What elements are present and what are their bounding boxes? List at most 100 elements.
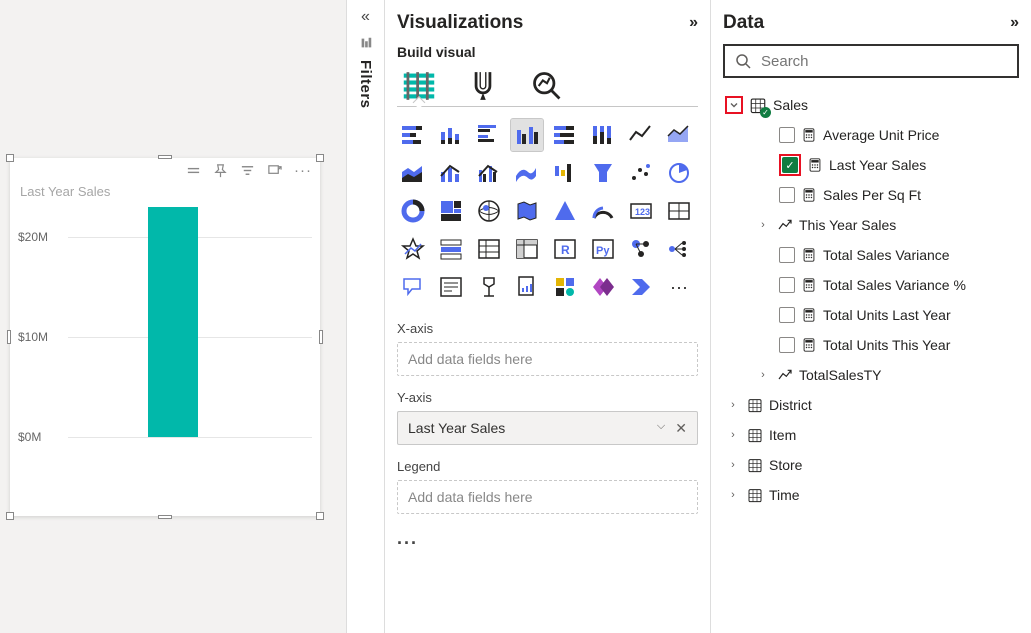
data-pane: Data » ✓ Sales Average Unit Price ✓: [711, 0, 1031, 633]
y-axis-well[interactable]: Last Year Sales ⌵ ✕: [397, 411, 698, 445]
chevron-right-icon[interactable]: ›: [725, 427, 741, 443]
smart-narrative-icon[interactable]: [435, 271, 467, 303]
table-visual-icon[interactable]: [473, 233, 505, 265]
100pct-stacked-column-icon[interactable]: [587, 119, 619, 151]
table-row-district[interactable]: › District: [723, 390, 1019, 420]
chevron-right-icon[interactable]: ›: [725, 397, 741, 413]
waterfall-chart-icon[interactable]: [549, 157, 581, 189]
field-row[interactable]: Total Units This Year: [723, 330, 1019, 360]
measure-icon: [801, 247, 817, 263]
get-more-visuals-icon[interactable]: ···: [663, 271, 695, 303]
kpi-icon[interactable]: [397, 233, 429, 265]
legend-label: Legend: [397, 459, 698, 474]
table-row-store[interactable]: › Store: [723, 450, 1019, 480]
pie-chart-icon[interactable]: [663, 157, 695, 189]
checkbox[interactable]: [779, 337, 795, 353]
line-stacked-column-icon[interactable]: [435, 157, 467, 189]
r-visual-icon[interactable]: [549, 233, 581, 265]
measure-icon: [801, 277, 817, 293]
area-chart-icon[interactable]: [663, 119, 695, 151]
hierarchy-icon: [777, 217, 793, 233]
table-row-item[interactable]: › Item: [723, 420, 1019, 450]
checkbox[interactable]: [779, 127, 795, 143]
analytics-tab[interactable]: [529, 68, 565, 104]
stacked-column-chart-icon[interactable]: [435, 119, 467, 151]
y-axis-field-pill: Last Year Sales: [408, 420, 505, 436]
ribbon-chart-icon[interactable]: [511, 157, 543, 189]
x-axis-well[interactable]: Add data fields here: [397, 342, 698, 376]
chevron-right-icon[interactable]: ›: [725, 457, 741, 473]
table-icon: [747, 487, 763, 503]
collapse-data-icon[interactable]: »: [1010, 14, 1019, 32]
clustered-column-chart-icon[interactable]: [511, 119, 543, 151]
apps-icon[interactable]: [549, 271, 581, 303]
field-row[interactable]: Total Sales Variance: [723, 240, 1019, 270]
report-canvas[interactable]: ··· Last Year Sales $20M $10M $0M: [0, 0, 347, 633]
funnel-chart-icon[interactable]: [587, 157, 619, 189]
gauge-icon[interactable]: [587, 195, 619, 227]
slicer-icon[interactable]: [435, 233, 467, 265]
chevron-down-icon[interactable]: [725, 96, 743, 114]
line-chart-icon[interactable]: [625, 119, 657, 151]
visualizations-pane: Visualizations » Build visual: [385, 0, 711, 633]
treemap-icon[interactable]: [435, 195, 467, 227]
scatter-chart-icon[interactable]: [625, 157, 657, 189]
multi-row-card-icon[interactable]: [663, 195, 695, 227]
azure-map-icon[interactable]: [549, 195, 581, 227]
bar: [148, 207, 198, 437]
chevron-right-icon[interactable]: ›: [755, 367, 771, 383]
card-icon[interactable]: [625, 195, 657, 227]
goals-icon[interactable]: [473, 271, 505, 303]
field-row[interactable]: › TotalSalesTY: [723, 360, 1019, 390]
table-row-time[interactable]: › Time: [723, 480, 1019, 510]
field-row[interactable]: › This Year Sales: [723, 210, 1019, 240]
decomposition-tree-icon[interactable]: [663, 233, 695, 265]
measure-icon: [801, 337, 817, 353]
checkbox[interactable]: [779, 187, 795, 203]
field-row[interactable]: Sales Per Sq Ft: [723, 180, 1019, 210]
filters-pane-collapsed[interactable]: « Filters: [347, 0, 385, 633]
field-row[interactable]: ✓ Last Year Sales: [723, 150, 1019, 180]
chevron-right-icon[interactable]: ›: [725, 487, 741, 503]
paginated-report-icon[interactable]: [511, 271, 543, 303]
collapse-visualizations-icon[interactable]: »: [689, 14, 698, 32]
y-axis-tick: $10M: [18, 330, 48, 344]
fields-tree: ✓ Sales Average Unit Price ✓ Last Year S…: [723, 90, 1019, 510]
power-apps-icon[interactable]: [587, 271, 619, 303]
search-input[interactable]: [723, 44, 1019, 78]
line-clustered-column-icon[interactable]: [473, 157, 505, 189]
checkbox[interactable]: [779, 277, 795, 293]
map-icon[interactable]: [473, 195, 505, 227]
power-automate-icon[interactable]: [625, 271, 657, 303]
more-field-wells-icon[interactable]: ...: [397, 528, 698, 549]
100pct-stacked-bar-icon[interactable]: [549, 119, 581, 151]
stacked-bar-chart-icon[interactable]: [397, 119, 429, 151]
legend-well[interactable]: Add data fields here: [397, 480, 698, 514]
data-title: Data: [723, 12, 764, 34]
expand-filters-icon[interactable]: «: [361, 8, 370, 26]
matrix-icon[interactable]: [511, 233, 543, 265]
build-visual-tab[interactable]: [401, 68, 437, 104]
format-visual-tab[interactable]: [465, 68, 501, 104]
stacked-area-chart-icon[interactable]: [397, 157, 429, 189]
chevron-right-icon[interactable]: ›: [755, 217, 771, 233]
python-visual-icon[interactable]: [587, 233, 619, 265]
filters-label: Filters: [357, 60, 374, 109]
clustered-bar-chart-icon[interactable]: [473, 119, 505, 151]
field-row[interactable]: Average Unit Price: [723, 120, 1019, 150]
filled-map-icon[interactable]: [511, 195, 543, 227]
remove-field-icon[interactable]: ✕: [675, 420, 687, 437]
measure-icon: [801, 307, 817, 323]
chevron-down-icon[interactable]: ⌵: [657, 420, 665, 437]
field-row[interactable]: Total Units Last Year: [723, 300, 1019, 330]
donut-chart-icon[interactable]: [397, 195, 429, 227]
table-row-sales[interactable]: ✓ Sales: [723, 90, 1019, 120]
qa-visual-icon[interactable]: [397, 271, 429, 303]
checkbox[interactable]: ✓: [782, 157, 798, 173]
checkbox[interactable]: [779, 247, 795, 263]
key-influencers-icon[interactable]: [625, 233, 657, 265]
y-axis-tick: $0M: [18, 430, 41, 444]
field-row[interactable]: Total Sales Variance %: [723, 270, 1019, 300]
checkbox[interactable]: [779, 307, 795, 323]
visual-container[interactable]: ··· Last Year Sales $20M $10M $0M: [10, 158, 320, 516]
